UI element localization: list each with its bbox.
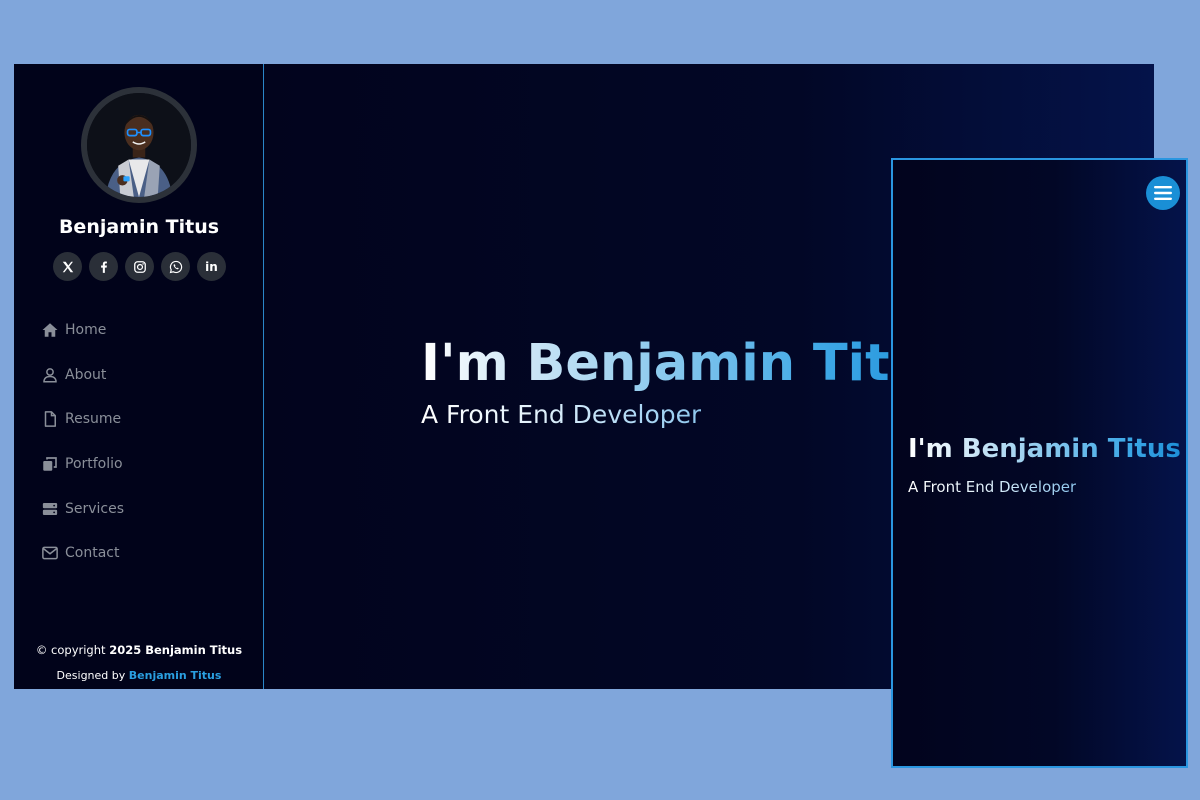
sidebar: Benjamin Titus in Home About Resume Port… bbox=[14, 64, 264, 689]
sidebar-item-label: Home bbox=[65, 322, 107, 339]
hero-title: I'm Benjamin Titus bbox=[421, 334, 957, 393]
sidebar-item-services[interactable]: Services bbox=[40, 486, 124, 531]
credit-prefix: Designed by bbox=[56, 669, 129, 682]
designer-credit: Designed by Benjamin Titus bbox=[14, 669, 264, 682]
sidebar-item-label: Contact bbox=[65, 545, 120, 562]
whatsapp-icon bbox=[169, 260, 182, 273]
sidebar-item-portfolio[interactable]: Portfolio bbox=[40, 442, 124, 487]
hamburger-icon bbox=[1154, 186, 1172, 200]
avatar[interactable] bbox=[81, 87, 197, 203]
x-twitter-icon bbox=[62, 261, 73, 272]
file-icon bbox=[40, 409, 60, 429]
home-icon bbox=[40, 320, 60, 340]
profile-photo-icon bbox=[87, 93, 191, 197]
mobile-hero-title: I'm Benjamin Titus bbox=[908, 434, 1181, 464]
whatsapp-button[interactable] bbox=[161, 252, 190, 281]
x-twitter-button[interactable] bbox=[53, 252, 82, 281]
sidebar-item-label: Resume bbox=[65, 411, 122, 428]
instagram-icon bbox=[133, 260, 146, 273]
hero-subtitle: A Front End Developer bbox=[421, 400, 702, 429]
facebook-icon bbox=[100, 260, 107, 273]
sidebar-nav: Home About Resume Portfolio Services Con… bbox=[40, 308, 124, 576]
mobile-screen: I'm Benjamin Titus A Front End Developer bbox=[891, 158, 1188, 768]
linkedin-button[interactable]: in bbox=[197, 252, 226, 281]
user-icon bbox=[40, 365, 60, 385]
sidebar-item-label: About bbox=[65, 366, 107, 383]
facebook-button[interactable] bbox=[89, 252, 118, 281]
sidebar-item-label: Portfolio bbox=[65, 456, 123, 473]
linkedin-icon: in bbox=[205, 259, 218, 274]
sidebar-item-label: Services bbox=[65, 500, 125, 517]
instagram-button[interactable] bbox=[125, 252, 154, 281]
mobile-hero-subtitle: A Front End Developer bbox=[908, 478, 1077, 496]
sidebar-item-contact[interactable]: Contact bbox=[40, 531, 124, 576]
sidebar-item-about[interactable]: About bbox=[40, 353, 124, 398]
copy-icon bbox=[40, 454, 60, 474]
copyright-text: © copyright 2025 Benjamin Titus bbox=[14, 643, 264, 657]
profile-name: Benjamin Titus bbox=[58, 216, 220, 238]
mobile-menu-button[interactable] bbox=[1146, 176, 1180, 210]
copyright-prefix: © copyright bbox=[35, 643, 110, 657]
social-links: in bbox=[53, 252, 226, 281]
server-icon bbox=[40, 499, 60, 519]
designer-link[interactable]: Benjamin Titus bbox=[129, 669, 222, 682]
envelope-icon bbox=[40, 543, 60, 563]
copyright-owner: 2025 Benjamin Titus bbox=[109, 643, 243, 657]
sidebar-item-home[interactable]: Home bbox=[40, 308, 124, 353]
sidebar-item-resume[interactable]: Resume bbox=[40, 397, 124, 442]
